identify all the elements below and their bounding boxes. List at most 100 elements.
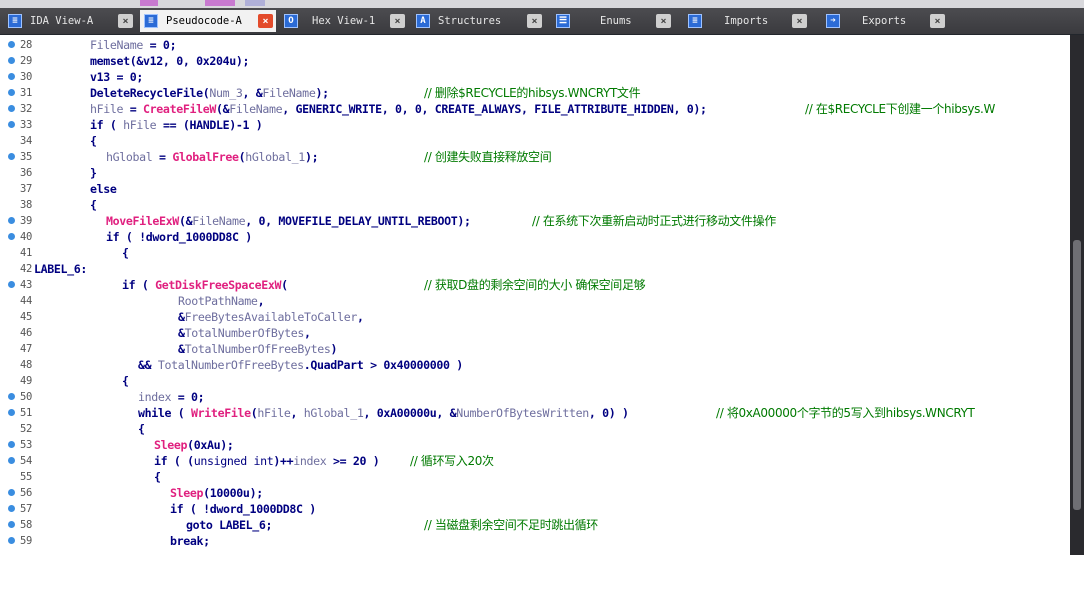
tab-hex-view[interactable]: O Hex View-1 ×: [280, 10, 408, 32]
code-token: memset(&v12, 0, 0x204u);: [90, 54, 250, 68]
line-number: 49: [20, 375, 32, 387]
close-icon[interactable]: ×: [390, 14, 405, 28]
code-text: else: [90, 182, 117, 196]
code-line[interactable]: 50 index = 0;: [0, 389, 205, 405]
code-line[interactable]: 48 && TotalNumberOfFreeBytes.QuadPart > …: [0, 357, 463, 373]
code-text: if ( !dword_1000DD8C ): [106, 230, 252, 244]
disassembly-icon: ≡: [8, 14, 22, 28]
code-token: ): [330, 342, 338, 356]
code-comment: // 将0xA00000个字节的5写入到hibsys.WNCRYT: [716, 406, 975, 420]
code-line[interactable]: 57 if ( !dword_1000DD8C ): [0, 501, 316, 517]
code-text: }: [90, 166, 97, 180]
code-token: (&: [178, 214, 193, 228]
code-token: , &: [242, 86, 263, 100]
code-line[interactable]: 59 break;: [0, 533, 210, 549]
tab-label: Structures: [438, 15, 502, 27]
tab-ida-view[interactable]: ≡ IDA View-A ×: [4, 10, 133, 32]
line-number: 59: [20, 535, 32, 547]
code-token: >= 20 ): [326, 454, 380, 468]
tab-label: Hex View-1: [312, 15, 376, 27]
line-number: 41: [20, 247, 32, 259]
tab-label: IDA View-A: [30, 15, 94, 27]
code-token: , 0) ): [588, 406, 629, 420]
code-token: ,: [303, 326, 311, 340]
code-line[interactable]: 46 &TotalNumberOfBytes,: [0, 325, 311, 341]
tab-pseudocode[interactable]: ≡ Pseudocode-A ×: [140, 10, 276, 32]
breakpoint-dot-icon: [8, 457, 15, 464]
vertical-scrollbar[interactable]: [1070, 35, 1084, 555]
code-line[interactable]: 53 Sleep(0xAu);: [0, 437, 234, 453]
breakpoint-dot-icon: [8, 41, 15, 48]
code-line[interactable]: 28 FileName = 0;: [0, 37, 177, 53]
code-token: ,: [257, 294, 265, 308]
code-line[interactable]: 54 if ( (unsigned int)++index >= 20 ) //…: [0, 453, 1070, 469]
close-icon[interactable]: ×: [527, 14, 542, 28]
code-token: &: [178, 326, 185, 340]
variable: hGlobal_1: [245, 150, 305, 164]
code-text: RootPathName,: [178, 293, 265, 309]
code-line[interactable]: 41 {: [0, 245, 129, 261]
code-line[interactable]: 31 DeleteRecycleFile(Num_3, &FileName); …: [0, 85, 1070, 101]
tab-structures[interactable]: A Structures ×: [412, 10, 546, 32]
code-line[interactable]: 38 {: [0, 197, 97, 213]
breakpoint-dot-icon: [8, 521, 15, 528]
function-name: MoveFileExW: [106, 214, 179, 228]
variable: hGlobal_1: [303, 406, 364, 420]
code-text: {: [122, 374, 129, 388]
code-text: Sleep(0xAu);: [154, 437, 234, 453]
line-number: 32: [20, 103, 32, 115]
close-icon[interactable]: ×: [118, 14, 133, 28]
code-line[interactable]: 32 hFile = CreateFileW(&FileName, GENERI…: [0, 101, 1070, 117]
tab-label: Imports: [724, 15, 769, 27]
code-line[interactable]: 56 Sleep(10000u);: [0, 485, 263, 501]
code-comment: // 创建失败直接释放空间: [424, 150, 552, 164]
variable: NumberOfBytesWritten: [456, 406, 589, 420]
code-line[interactable]: 35 hGlobal = GlobalFree(hGlobal_1); // 创…: [0, 149, 1070, 165]
close-icon[interactable]: ×: [792, 14, 807, 28]
code-line[interactable]: 40 if ( !dword_1000DD8C ): [0, 229, 252, 245]
code-line[interactable]: 49 {: [0, 373, 129, 389]
line-number: 34: [20, 135, 32, 147]
code-line[interactable]: 39 MoveFileExW(&FileName, 0, MOVEFILE_DE…: [0, 213, 1070, 229]
code-line[interactable]: 45 &FreeBytesAvailableToCaller,: [0, 309, 364, 325]
tab-bar: ≡ IDA View-A × ≡ Pseudocode-A × O Hex Vi…: [0, 8, 1084, 35]
tab-exports[interactable]: ➜ Exports ×: [822, 10, 946, 32]
code-comment: // 删除$RECYCLE的hibsys.WNCRYT文件: [424, 86, 641, 100]
code-text: while ( WriteFile(hFile, hGlobal_1, 0xA0…: [138, 405, 629, 421]
variable: hFile: [257, 406, 291, 420]
line-number: 45: [20, 311, 32, 323]
pseudocode-view[interactable]: 28 FileName = 0; 29 memset(&v12, 0, 0x20…: [0, 35, 1070, 555]
code-line[interactable]: 55 {: [0, 469, 161, 485]
tab-imports[interactable]: ≡ Imports ×: [684, 10, 818, 32]
close-icon[interactable]: ×: [258, 14, 273, 28]
line-number: 38: [20, 199, 32, 211]
code-line[interactable]: 51 while ( WriteFile(hFile, hGlobal_1, 0…: [0, 405, 1070, 421]
variable: hFile: [123, 118, 157, 132]
scrollbar-thumb[interactable]: [1073, 240, 1081, 510]
pseudocode-icon: ≡: [144, 14, 158, 28]
code-text: if ( GetDiskFreeSpaceExW(: [122, 277, 288, 293]
variable: hFile: [90, 102, 124, 116]
code-line[interactable]: 36 }: [0, 165, 97, 181]
code-line[interactable]: 58 goto LABEL_6; // 当磁盘剩余空间不足时跳出循环: [0, 517, 1070, 533]
code-line[interactable]: 47 &TotalNumberOfFreeBytes): [0, 341, 337, 357]
code-comment: // 获取D盘的剩余空间的大小 确保空间足够: [424, 278, 646, 292]
hex-icon: O: [284, 14, 298, 28]
code-line[interactable]: 30 v13 = 0;: [0, 69, 143, 85]
code-token: while (: [138, 406, 192, 420]
tab-enums[interactable]: ☰ Enums ×: [552, 10, 676, 32]
code-line[interactable]: 52 {: [0, 421, 145, 437]
code-text: {: [138, 422, 145, 436]
close-icon[interactable]: ×: [930, 14, 945, 28]
structures-icon: A: [416, 14, 430, 28]
code-line[interactable]: 37 else: [0, 181, 117, 197]
breakpoint-dot-icon: [8, 537, 15, 544]
code-line[interactable]: 29 memset(&v12, 0, 0x204u);: [0, 53, 249, 69]
code-text: Sleep(10000u);: [170, 485, 263, 501]
close-icon[interactable]: ×: [656, 14, 671, 28]
code-line[interactable]: 43 if ( GetDiskFreeSpaceExW( // 获取D盘的剩余空…: [0, 277, 1070, 293]
code-line[interactable]: 44 RootPathName,: [0, 293, 265, 309]
code-line[interactable]: 34 {: [0, 133, 97, 149]
code-line[interactable]: 42 LABEL_6:: [0, 261, 87, 277]
code-line[interactable]: 33 if ( hFile == (HANDLE)-1 ): [0, 117, 263, 133]
